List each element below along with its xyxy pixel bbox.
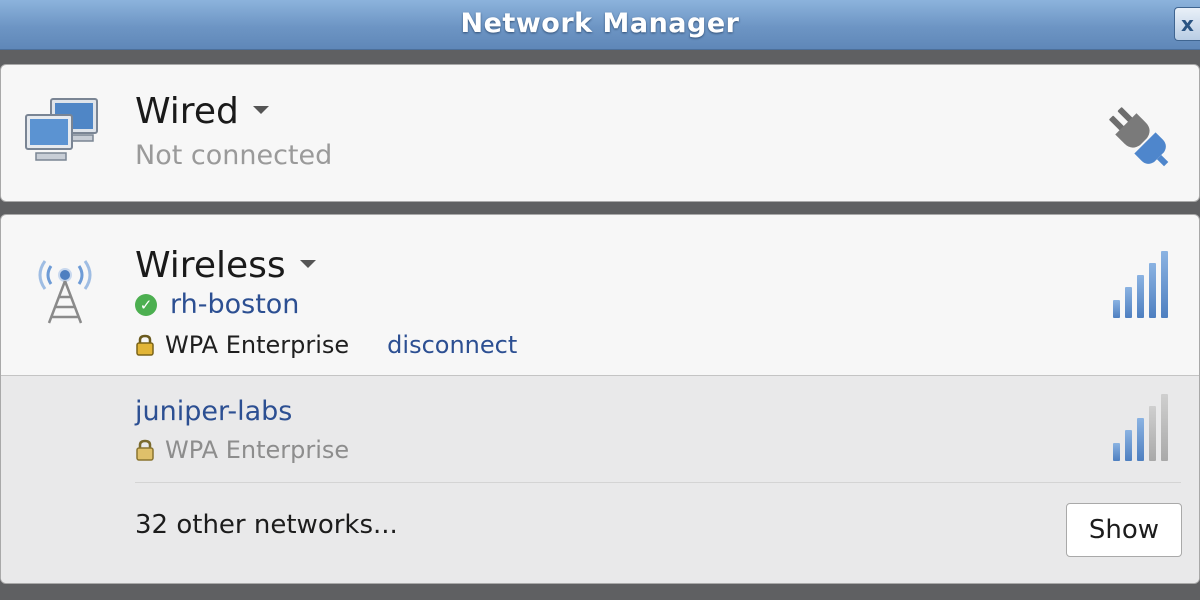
window-title: Network Manager	[460, 8, 740, 39]
wired-section: Wired Not connected	[0, 64, 1200, 202]
wireless-dropdown-arrow-icon[interactable]	[299, 260, 316, 268]
other-networks-label: 32 other networks...	[135, 510, 398, 540]
close-button[interactable]: x	[1174, 7, 1200, 41]
disconnect-link[interactable]: disconnect	[387, 331, 517, 359]
active-network-security: WPA Enterprise	[165, 331, 350, 359]
wireless-tower-icon	[38, 260, 92, 324]
wireless-section: Wireless ✓ rh-boston WPA Enterprise disc…	[0, 214, 1200, 584]
network-computers-icon	[25, 98, 98, 161]
lock-icon	[136, 334, 154, 356]
wired-status: Not connected	[135, 140, 333, 171]
show-networks-button[interactable]: Show	[1066, 503, 1182, 557]
wireless-label: Wireless	[135, 245, 286, 286]
active-signal-strength-icon	[1113, 251, 1168, 318]
divider	[135, 482, 1181, 483]
network-security: WPA Enterprise	[165, 436, 350, 464]
signal-strength-icon	[1113, 394, 1168, 461]
connected-check-icon: ✓	[135, 293, 157, 316]
ethernet-plug-icon	[1109, 107, 1169, 167]
wired-dropdown-arrow-icon[interactable]	[252, 106, 269, 114]
lock-icon	[136, 439, 154, 461]
active-network-name[interactable]: rh-boston	[170, 289, 299, 320]
available-networks-area: juniper-labs WPA Enterprise 32 other net…	[1, 375, 1199, 583]
title-bar: Network Manager x	[0, 0, 1200, 50]
wired-label: Wired	[135, 91, 239, 132]
network-name[interactable]: juniper-labs	[135, 396, 292, 427]
